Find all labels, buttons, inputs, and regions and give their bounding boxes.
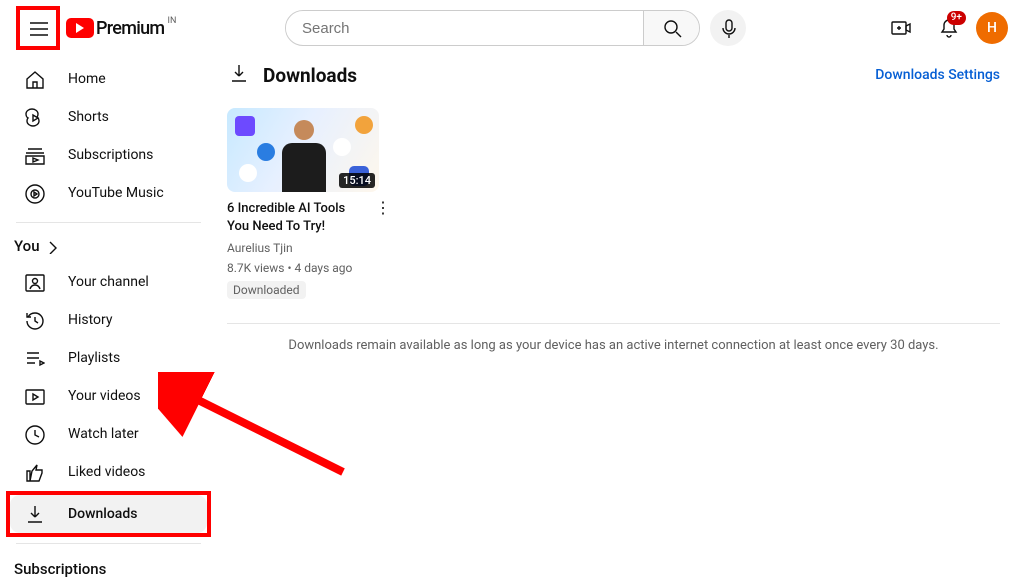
sidebar-divider xyxy=(16,543,201,544)
sidebar-you-header[interactable]: You xyxy=(10,233,207,263)
video-meta: 8.7K views • 4 days ago xyxy=(227,261,393,275)
history-icon xyxy=(23,309,45,331)
sidebar-item-label: Shorts xyxy=(68,109,109,125)
search-box xyxy=(285,10,700,46)
sidebar-item-playlists[interactable]: Playlists xyxy=(10,339,207,377)
sidebar-item-label: Downloads xyxy=(68,506,137,522)
hamburger-menu-button[interactable] xyxy=(20,8,56,48)
voice-search-button[interactable] xyxy=(710,10,746,46)
logo-text: Premium xyxy=(96,18,164,39)
sidebar-item-label: Your channel xyxy=(68,274,149,290)
sidebar-item-label: Home xyxy=(68,71,106,87)
sidebar-item-home[interactable]: Home xyxy=(10,60,207,98)
sidebar-item-history[interactable]: History xyxy=(10,301,207,339)
video-card[interactable]: 15:14 6 Incredible AI Tools You Need To … xyxy=(227,108,393,299)
sidebar-item-label: Playlists xyxy=(68,350,120,366)
logo[interactable]: Premium IN xyxy=(66,18,164,39)
avatar[interactable]: H xyxy=(976,12,1008,44)
top-bar: Premium IN 9+ H xyxy=(0,0,1024,56)
sidebar-item-yourvideos[interactable]: Your videos xyxy=(10,377,207,415)
download-icon xyxy=(23,503,45,525)
mic-icon xyxy=(717,17,739,39)
annotation-box-downloads: Downloads xyxy=(6,491,211,537)
sidebar: Home Shorts Subscriptions YouTube Music You… xyxy=(0,56,215,578)
sidebar-item-channel[interactable]: Your channel xyxy=(10,263,207,301)
playlists-icon xyxy=(23,347,45,369)
sidebar-item-label: Your videos xyxy=(68,388,141,404)
notification-badge: 9+ xyxy=(947,11,966,25)
hamburger-icon xyxy=(27,17,49,39)
search-icon xyxy=(661,17,683,39)
country-code: IN xyxy=(168,16,177,26)
download-icon xyxy=(227,62,249,88)
page-title: Downloads xyxy=(263,64,357,87)
sidebar-item-subscriptions[interactable]: Subscriptions xyxy=(10,136,207,174)
annotation-box-hamburger xyxy=(16,6,60,50)
sidebar-item-download[interactable]: Downloads xyxy=(10,495,207,533)
sidebar-item-label: Watch later xyxy=(68,426,139,442)
sidebar-item-shorts[interactable]: Shorts xyxy=(10,98,207,136)
video-menu-button[interactable]: ⋮ xyxy=(373,200,393,216)
sidebar-divider xyxy=(16,222,201,223)
create-icon xyxy=(889,17,911,39)
video-duration: 15:14 xyxy=(339,173,375,188)
search-region xyxy=(285,10,746,46)
page-header: Downloads Downloads Settings xyxy=(227,62,1000,88)
channel-icon xyxy=(23,271,45,293)
video-title[interactable]: 6 Incredible AI Tools You Need To Try! xyxy=(227,200,373,235)
youtube-play-icon xyxy=(66,18,94,38)
shorts-icon xyxy=(23,106,45,128)
sidebar-subscriptions-header: Subscriptions xyxy=(10,554,207,578)
search-button[interactable] xyxy=(643,11,699,45)
ytmusic-icon xyxy=(23,182,45,204)
content-divider xyxy=(227,323,1000,324)
sidebar-item-ytmusic[interactable]: YouTube Music xyxy=(10,174,207,212)
search-input[interactable] xyxy=(286,20,643,37)
video-thumbnail[interactable]: 15:14 xyxy=(227,108,379,192)
sidebar-item-label: History xyxy=(68,312,113,328)
create-button[interactable] xyxy=(880,8,920,48)
topbar-right: 9+ H xyxy=(880,8,1008,48)
subscriptions-icon xyxy=(23,144,45,166)
main-content: Downloads Downloads Settings 15:14 6 Inc… xyxy=(215,56,1024,578)
home-icon xyxy=(23,68,45,90)
sidebar-item-label: YouTube Music xyxy=(68,185,164,201)
chevron-right-icon xyxy=(44,238,60,254)
downloads-settings-link[interactable]: Downloads Settings xyxy=(875,67,1000,83)
yourvideos-icon xyxy=(23,385,45,407)
liked-icon xyxy=(23,461,45,483)
sidebar-item-liked[interactable]: Liked videos xyxy=(10,453,207,491)
sidebar-item-label: Subscriptions xyxy=(68,147,153,163)
video-channel[interactable]: Aurelius Tjin xyxy=(227,241,393,255)
sidebar-item-label: Liked videos xyxy=(68,464,145,480)
sidebar-item-watchlater[interactable]: Watch later xyxy=(10,415,207,453)
downloaded-badge: Downloaded xyxy=(227,281,306,299)
downloads-notice: Downloads remain available as long as yo… xyxy=(227,338,1000,353)
watchlater-icon xyxy=(23,423,45,445)
